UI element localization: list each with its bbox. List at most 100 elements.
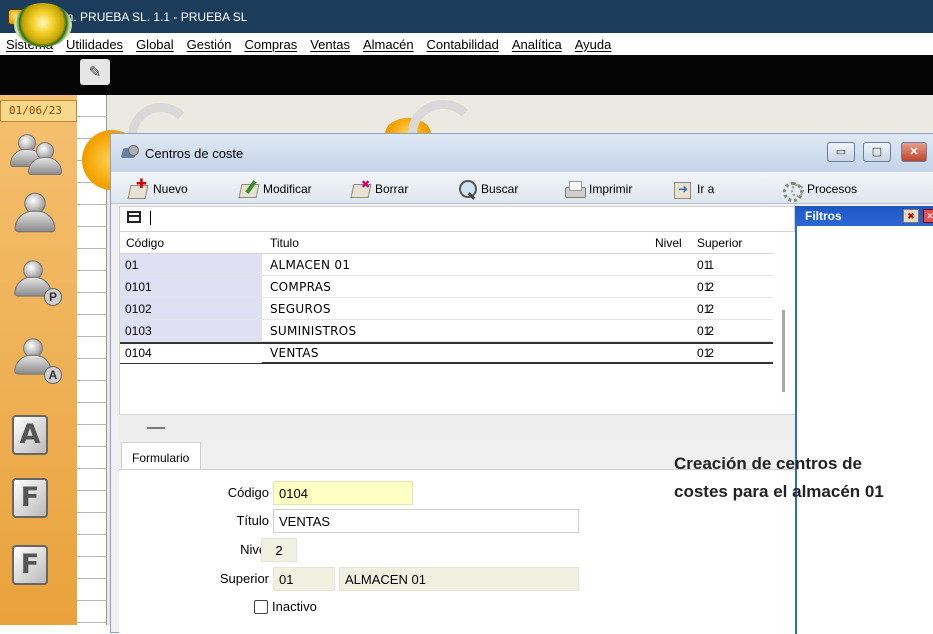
goto-icon	[671, 179, 695, 199]
main-toolbar	[0, 55, 933, 95]
cell-titulo: VENTAS	[270, 346, 319, 360]
titulo-field[interactable]: VENTAS	[273, 509, 579, 533]
ir-a-button[interactable]: Ir a	[671, 178, 714, 200]
titulo-label: Título	[236, 513, 269, 528]
filters-title: Filtros	[805, 209, 842, 223]
badge-p: P	[44, 288, 62, 306]
inactivo-checkbox[interactable]	[254, 600, 268, 614]
table-row[interactable]: 0102 SEGUROS 2 01	[120, 298, 780, 320]
borrar-button[interactable]: Borrar	[349, 178, 408, 200]
cell-codigo: 0102	[120, 298, 262, 319]
modificar-label: Modificar	[263, 182, 312, 196]
scrollbar-thumb[interactable]	[782, 310, 785, 392]
text-caret	[150, 211, 151, 225]
procesos-button[interactable]: Procesos	[781, 178, 858, 202]
menu-ayuda[interactable]: Ayuda	[575, 37, 612, 52]
table-row-selected[interactable]: 0104 VENTAS 2 01	[120, 342, 780, 364]
letter-a-icon[interactable]: A	[12, 415, 48, 455]
ir-a-label: Ir a	[697, 182, 715, 196]
gears-icon	[781, 179, 805, 202]
user-icon[interactable]	[10, 192, 64, 236]
grid-scrollbar[interactable]	[773, 232, 795, 414]
letter-f2-icon[interactable]: F	[12, 545, 48, 585]
menu-ventas[interactable]: Ventas	[310, 37, 350, 52]
window-icon	[121, 145, 139, 161]
superior-label: Superior	[219, 571, 269, 586]
cell-codigo: 0104	[120, 344, 262, 363]
grid-header: Código Titulo Nivel Superior	[120, 232, 780, 254]
modificar-button[interactable]: Modificar	[237, 178, 312, 200]
cell-superior: 01	[697, 324, 711, 338]
cost-centers-grid[interactable]: Código Titulo Nivel Superior 01 ALMACEN …	[119, 232, 780, 414]
close-button[interactable]: ✕	[901, 142, 927, 162]
window-title-bar: Centros de coste	[111, 134, 933, 172]
menu-gestion[interactable]: Gestión	[187, 37, 232, 52]
user-p-icon[interactable]: P	[10, 260, 64, 306]
table-icon[interactable]	[127, 211, 141, 223]
codigo-label: Código	[227, 485, 269, 500]
new-doc-icon	[127, 176, 151, 199]
table-row[interactable]: 0101 COMPRAS 2 01	[120, 276, 780, 298]
filter-clear-icon[interactable]: ✖	[903, 209, 919, 223]
col-nivel[interactable]: Nivel	[655, 236, 682, 250]
menu-utilidades[interactable]: Utilidades	[66, 37, 123, 52]
window-toolbar: Nuevo Modificar Borrar Buscar Imprimir I…	[111, 172, 933, 204]
cell-superior: 01	[697, 258, 711, 272]
nuevo-label: Nuevo	[153, 182, 188, 196]
filter-close-icon[interactable]: ✕	[923, 209, 933, 223]
date-label: 01/06/23	[0, 100, 77, 122]
edit-doc-icon	[237, 179, 261, 199]
filters-panel: Filtros ✖ ✕	[795, 206, 933, 634]
cell-codigo: 01	[120, 254, 262, 275]
cell-codigo: 0103	[120, 320, 262, 341]
cost-centers-window: Centros de coste ▭ ▢ ✕ Nuevo Modificar B…	[110, 133, 933, 634]
menu-analitica[interactable]: Analítica	[512, 37, 562, 52]
annotation-line-2: costes para el almacén 01	[674, 482, 884, 501]
menu-contabilidad[interactable]: Contabilidad	[427, 37, 499, 52]
cell-superior: 01	[697, 280, 711, 294]
cell-titulo: SEGUROS	[270, 302, 331, 316]
cell-titulo: COMPRAS	[270, 280, 332, 294]
codigo-field[interactable]: 0104	[273, 481, 413, 505]
maximize-button[interactable]: ▢	[863, 142, 891, 162]
table-row[interactable]: 01 ALMACEN 01 1 01	[120, 254, 780, 276]
badge-a: A	[44, 366, 62, 384]
annotation-text: Creación de centros de costes para el al…	[674, 450, 933, 506]
inactivo-label: Inactivo	[272, 599, 317, 614]
menu-bar: Sistema Utilidades Global Gestión Compra…	[0, 33, 933, 55]
title-bar: Gestión. PRUEBA SL. 1.1 - PRUEBA SL	[0, 0, 933, 33]
col-superior[interactable]: Superior	[697, 236, 742, 250]
cell-superior: 01	[697, 302, 711, 316]
menu-compras[interactable]: Compras	[244, 37, 297, 52]
imprimir-label: Imprimir	[589, 182, 633, 196]
menu-almacen[interactable]: Almacén	[363, 37, 414, 52]
window-title: Centros de coste	[145, 145, 244, 161]
nuevo-button[interactable]: Nuevo	[127, 176, 188, 200]
buscar-button[interactable]: Buscar	[455, 178, 518, 200]
buscar-label: Buscar	[481, 182, 519, 196]
letter-f-icon[interactable]: F	[12, 478, 48, 518]
col-titulo[interactable]: Titulo	[270, 236, 299, 250]
procesos-label: Procesos	[807, 182, 858, 196]
tab-formulario[interactable]: Formulario	[121, 442, 201, 470]
nivel-field[interactable]: 2	[261, 538, 297, 562]
printer-icon	[563, 179, 587, 199]
table-row[interactable]: 0103 SUMINISTROS 2 01	[120, 320, 780, 342]
cell-titulo: SUMINISTROS	[270, 324, 357, 338]
minimize-button[interactable]: ▭	[827, 142, 855, 162]
superior-description-field: ALMACEN 01	[339, 567, 579, 591]
users-group-icon[interactable]	[10, 132, 64, 176]
borrar-label: Borrar	[375, 182, 409, 196]
menu-global[interactable]: Global	[136, 37, 174, 52]
grid-footer	[119, 414, 795, 440]
imprimir-button[interactable]: Imprimir	[563, 178, 632, 200]
nivel-label: Nivel	[240, 542, 269, 557]
cost-center-shortcut-icon[interactable]: ✎	[80, 59, 110, 85]
cell-codigo: 0101	[120, 276, 262, 297]
user-a-icon[interactable]: A	[10, 338, 64, 384]
grid-search-bar[interactable]	[119, 206, 795, 232]
superior-field[interactable]: 01	[273, 567, 335, 591]
cell-titulo: ALMACEN 01	[270, 258, 351, 272]
col-codigo[interactable]: Código	[126, 236, 164, 250]
start-orb-icon[interactable]	[14, 3, 72, 47]
